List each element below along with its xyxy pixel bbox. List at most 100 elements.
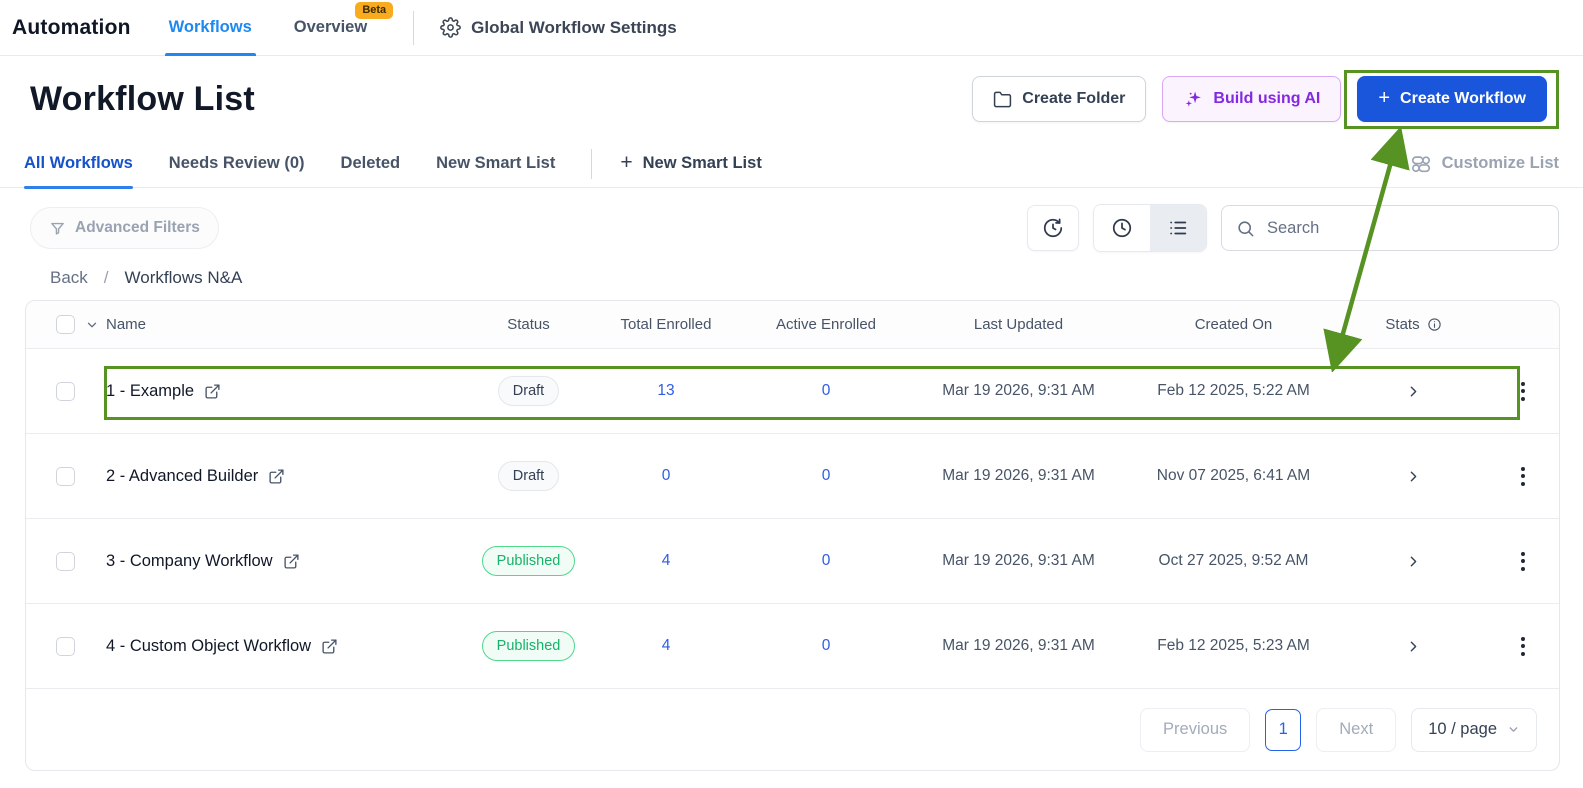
status-badge: Published xyxy=(482,546,576,576)
breadcrumb-current-folder: Workflows N&A xyxy=(125,268,243,288)
external-link-icon[interactable] xyxy=(321,638,338,655)
build-using-ai-button[interactable]: Build using AI xyxy=(1162,76,1341,122)
row-checkbox[interactable] xyxy=(56,552,75,571)
current-page-button[interactable]: 1 xyxy=(1265,709,1301,751)
created-on-value: Nov 07 2025, 6:41 AM xyxy=(1126,467,1341,485)
workflow-name-link[interactable]: 1 - Example xyxy=(106,382,194,401)
global-workflow-settings-button[interactable]: Global Workflow Settings xyxy=(440,17,677,38)
table-tools xyxy=(1027,204,1559,252)
stats-expand-chevron[interactable] xyxy=(1341,553,1486,570)
info-icon[interactable] xyxy=(1427,317,1442,332)
stats-expand-chevron[interactable] xyxy=(1341,383,1486,400)
search-icon xyxy=(1236,219,1255,238)
previous-page-button[interactable]: Previous xyxy=(1140,708,1250,752)
sparkles-icon xyxy=(1183,89,1203,109)
column-header-status: Status xyxy=(466,316,591,333)
top-tab-workflows[interactable]: Workflows xyxy=(169,0,252,56)
view-toggle xyxy=(1093,204,1207,252)
total-enrolled-link[interactable]: 0 xyxy=(662,467,671,485)
create-workflow-label: Create Workflow xyxy=(1400,90,1526,108)
next-page-button[interactable]: Next xyxy=(1316,708,1396,752)
active-enrolled-link[interactable]: 0 xyxy=(822,382,831,400)
active-enrolled-link[interactable]: 0 xyxy=(822,467,831,485)
total-enrolled-link[interactable]: 4 xyxy=(662,552,671,570)
tab-new-smart-list[interactable]: New Smart List xyxy=(436,140,555,188)
created-on-value: Feb 12 2025, 5:22 AM xyxy=(1126,382,1341,400)
workflow-name-link[interactable]: 3 - Company Workflow xyxy=(106,552,273,571)
stats-expand-chevron[interactable] xyxy=(1341,638,1486,655)
app-title: Automation xyxy=(12,16,131,40)
table-row: 3 - Company Workflow Published 4 0 Mar 1… xyxy=(26,519,1559,604)
tab-needs-review[interactable]: Needs Review (0) xyxy=(169,140,305,188)
stats-header-label: Stats xyxy=(1385,316,1419,333)
column-header-active-enrolled: Active Enrolled xyxy=(741,316,911,333)
row-menu-kebab[interactable] xyxy=(1515,631,1531,662)
column-header-last-updated: Last Updated xyxy=(911,316,1126,333)
plus-icon: + xyxy=(620,151,632,175)
row-checkbox[interactable] xyxy=(56,637,75,656)
total-enrolled-link[interactable]: 4 xyxy=(662,637,671,655)
topbar-divider xyxy=(413,11,414,45)
total-enrolled-link[interactable]: 13 xyxy=(657,382,674,400)
chevron-down-icon xyxy=(1507,723,1520,736)
status-badge: Draft xyxy=(498,376,559,406)
search-input[interactable] xyxy=(1265,218,1544,239)
column-header-name: Name xyxy=(106,316,466,333)
created-on-value: Feb 12 2025, 5:23 AM xyxy=(1126,637,1341,655)
beta-badge: Beta xyxy=(355,2,393,19)
create-workflow-button[interactable]: + Create Workflow xyxy=(1357,76,1547,122)
row-menu-kebab[interactable] xyxy=(1515,376,1531,407)
new-smart-list-button[interactable]: + New Smart List xyxy=(620,153,761,175)
table-header-row: Name Status Total Enrolled Active Enroll… xyxy=(26,301,1559,349)
breadcrumb: Back / Workflows N&A xyxy=(0,268,1583,288)
select-all-checkbox[interactable] xyxy=(56,315,75,334)
external-link-icon[interactable] xyxy=(268,468,285,485)
stats-expand-chevron[interactable] xyxy=(1341,468,1486,485)
breadcrumb-separator: / xyxy=(104,268,109,288)
table-row: 4 - Custom Object Workflow Published 4 0… xyxy=(26,604,1559,689)
last-updated-value: Mar 19 2026, 9:31 AM xyxy=(911,637,1126,655)
row-checkbox[interactable] xyxy=(56,382,75,401)
external-link-icon[interactable] xyxy=(204,383,221,400)
header-actions: Create Folder Build using AI + Create Wo… xyxy=(972,76,1559,122)
row-menu-kebab[interactable] xyxy=(1515,461,1531,492)
top-tab-workflows-label: Workflows xyxy=(169,18,252,37)
clock-icon xyxy=(1111,217,1133,239)
history-clock-icon xyxy=(1042,217,1064,239)
active-enrolled-link[interactable]: 0 xyxy=(822,637,831,655)
list-tabs-bar: All Workflows Needs Review (0) Deleted N… xyxy=(0,140,1583,188)
active-enrolled-link[interactable]: 0 xyxy=(822,552,831,570)
customize-list-button[interactable]: Customize List xyxy=(1410,153,1559,175)
page-header: Workflow List Create Folder Build using … xyxy=(0,56,1583,140)
tab-all-workflows[interactable]: All Workflows xyxy=(24,140,133,188)
page-size-select[interactable]: 10 / page xyxy=(1411,708,1537,752)
folder-icon xyxy=(993,90,1012,109)
advanced-filters-button[interactable]: Advanced Filters xyxy=(30,207,219,249)
create-folder-button[interactable]: Create Folder xyxy=(972,76,1146,122)
list-view-segment[interactable] xyxy=(1150,205,1206,251)
workflow-name-link[interactable]: 2 - Advanced Builder xyxy=(106,467,258,486)
search-box xyxy=(1221,205,1559,251)
table-footer: Previous 1 Next 10 / page xyxy=(26,689,1559,770)
workflow-name-link[interactable]: 4 - Custom Object Workflow xyxy=(106,637,311,656)
breadcrumb-back[interactable]: Back xyxy=(50,268,88,288)
column-header-stats: Stats xyxy=(1341,316,1486,333)
row-menu-kebab[interactable] xyxy=(1515,546,1531,577)
enrollment-history-button[interactable] xyxy=(1027,205,1079,251)
customize-list-label: Customize List xyxy=(1442,154,1559,173)
external-link-icon[interactable] xyxy=(283,553,300,570)
top-nav-bar: Automation Workflows Overview Beta Globa… xyxy=(0,0,1583,56)
status-badge: Published xyxy=(482,631,576,661)
tab-needs-review-label: Needs Review (0) xyxy=(169,154,305,173)
status-badge: Draft xyxy=(498,461,559,491)
chevron-down-icon[interactable] xyxy=(85,318,99,332)
advanced-filters-label: Advanced Filters xyxy=(75,219,200,237)
row-checkbox[interactable] xyxy=(56,467,75,486)
last-updated-value: Mar 19 2026, 9:31 AM xyxy=(911,552,1126,570)
created-on-value: Oct 27 2025, 9:52 AM xyxy=(1126,552,1341,570)
global-workflow-settings-label: Global Workflow Settings xyxy=(471,18,677,38)
gear-icon xyxy=(440,17,461,38)
time-view-segment[interactable] xyxy=(1094,205,1150,251)
top-tab-overview[interactable]: Overview Beta xyxy=(294,0,367,56)
tab-deleted[interactable]: Deleted xyxy=(341,140,401,188)
